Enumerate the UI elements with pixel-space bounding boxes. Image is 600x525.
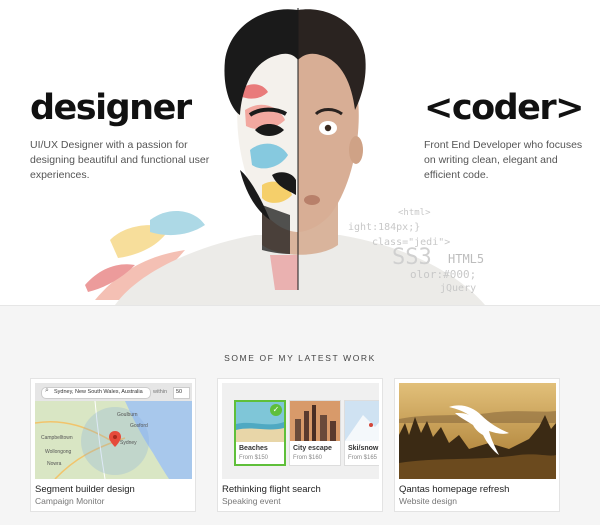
flight-search-thumbnail: ✓ Beaches From $150 City escape From $16… (222, 383, 379, 479)
code-snippet: ight:184px;} (348, 222, 421, 233)
qantas-thumbnail (399, 383, 556, 479)
svg-text:Goulburn: Goulburn (117, 412, 138, 418)
tile-price: From $165 (348, 455, 378, 461)
work-card-segment-builder[interactable]: Goulburn Gosford Sydney Campbelltown Wol… (30, 378, 196, 512)
tile-price: From $160 (293, 455, 323, 461)
coder-title: <coder> (424, 88, 585, 128)
work-cards: Goulburn Gosford Sydney Campbelltown Wol… (30, 378, 570, 513)
tile-city-escape[interactable]: City escape From $160 (289, 400, 341, 466)
svg-text:Gosford: Gosford (130, 423, 148, 429)
latest-work-heading: SOME OF MY LATEST WORK (224, 353, 376, 363)
svg-text:Sydney: Sydney (120, 440, 137, 446)
work-card-qantas[interactable]: Qantas homepage refresh Website design (394, 378, 560, 512)
tile-label: Beaches (239, 445, 268, 452)
within-value: 50 (176, 389, 183, 395)
tile-price: From $150 (239, 455, 269, 461)
snow-image (345, 401, 379, 441)
coder-block: <coder> Front End Developer who focuses … (424, 88, 594, 183)
tile-label: City escape (293, 445, 332, 452)
code-snippet: SS3 (392, 245, 432, 270)
card-title: Segment builder design (35, 484, 135, 495)
map-search-value: Sydney, New South Wales, Australia (54, 389, 143, 395)
card-subtitle: Website design (399, 496, 457, 506)
code-snippet: <html> (398, 208, 431, 218)
tile-beaches[interactable]: ✓ Beaches From $150 (234, 400, 286, 466)
city-image (290, 401, 340, 441)
code-snippet: jQuery (440, 283, 477, 294)
coder-description: Front End Developer who focuses on writi… (424, 139, 583, 181)
tile-ski-snow[interactable]: Ski/snow From $165 (344, 400, 379, 466)
designer-description: UI/UX Designer with a passion for design… (30, 139, 210, 181)
code-snippet: olor:#000; (410, 268, 477, 281)
svg-text:Nowra: Nowra (47, 461, 62, 467)
work-card-flight-search[interactable]: ✓ Beaches From $150 City escape From $16… (217, 378, 383, 512)
card-title: Rethinking flight search (222, 484, 321, 495)
code-snippet: HTML5 (448, 252, 485, 266)
designer-block: designer UI/UX Designer with a passion f… (30, 88, 210, 183)
svg-text:Campbelltown: Campbelltown (41, 435, 73, 441)
search-icon: ⌕ (45, 387, 49, 394)
svg-text:Wollongong: Wollongong (45, 449, 72, 455)
within-input[interactable]: 50 (173, 387, 190, 399)
within-label: within (153, 389, 168, 395)
segment-builder-thumbnail: Goulburn Gosford Sydney Campbelltown Wol… (35, 383, 192, 479)
card-title: Qantas homepage refresh (399, 484, 510, 495)
qantas-landscape-image (399, 383, 556, 479)
check-icon: ✓ (270, 404, 282, 416)
tile-label: Ski/snow (348, 445, 379, 452)
card-subtitle: Campaign Monitor (35, 496, 105, 506)
card-subtitle: Speaking event (222, 496, 281, 506)
designer-title: designer (30, 88, 192, 128)
hero-section: <html> ight:184px;} class="jedi"> SS3 HT… (0, 0, 600, 306)
map-search-input[interactable]: ⌕ Sydney, New South Wales, Australia (41, 387, 151, 399)
